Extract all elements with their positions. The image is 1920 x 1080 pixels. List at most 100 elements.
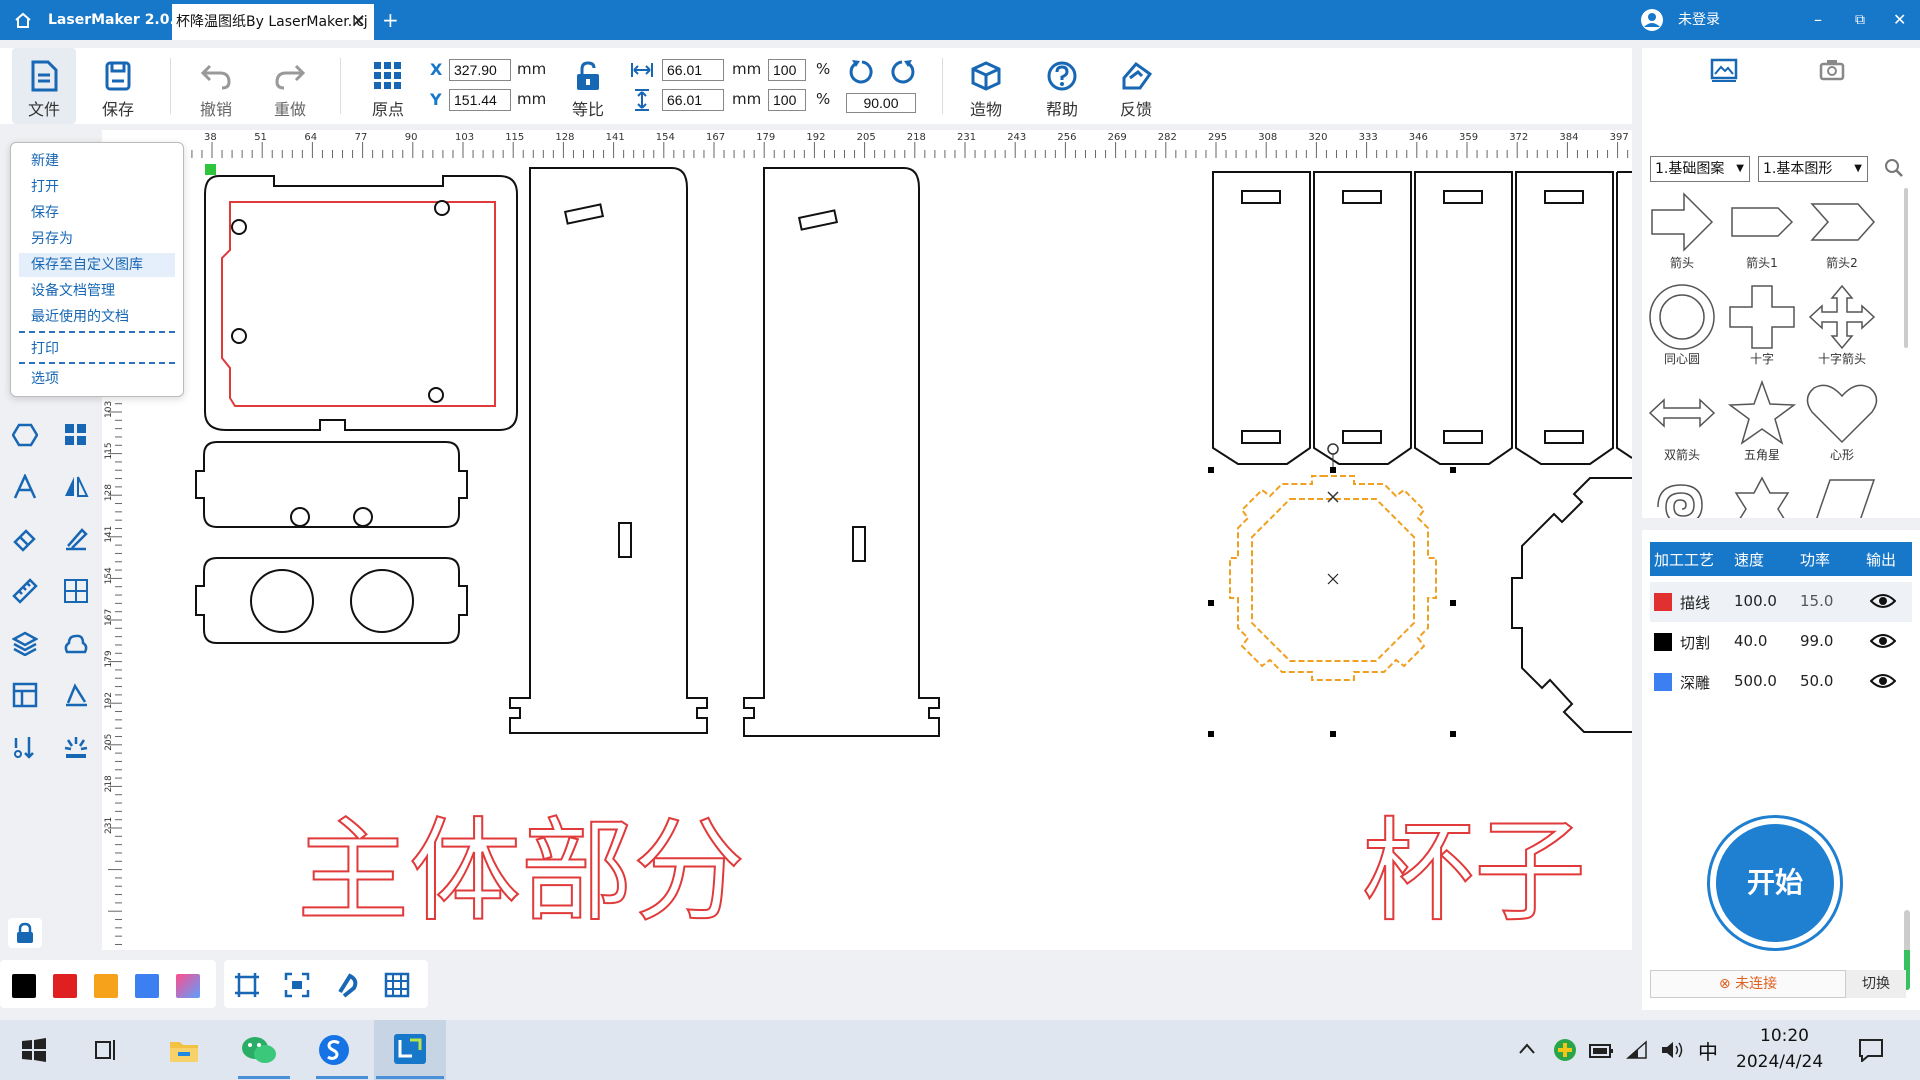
layer-power[interactable]: 99.0 bbox=[1800, 632, 1833, 650]
swatch-blue[interactable] bbox=[135, 974, 159, 998]
save-button[interactable]: 保存 bbox=[86, 48, 150, 124]
base-board[interactable] bbox=[204, 175, 518, 431]
menu-save-to-custom-library[interactable]: 保存至自定义图库 bbox=[19, 253, 175, 277]
shape-arrow1[interactable]: 箭头1 bbox=[1722, 188, 1802, 271]
side-panel-1[interactable] bbox=[509, 167, 708, 734]
layers-icon[interactable] bbox=[12, 630, 38, 656]
shape-cross[interactable]: 十字 bbox=[1722, 284, 1802, 367]
battery-icon[interactable] bbox=[1588, 1040, 1614, 1060]
slat-panel-2[interactable] bbox=[1313, 171, 1412, 465]
laser-burst-icon[interactable] bbox=[63, 734, 89, 760]
swatch-gradient[interactable] bbox=[176, 974, 200, 998]
shape-double-arrow[interactable]: 双箭头 bbox=[1642, 380, 1722, 463]
menu-recent-docs[interactable]: 最近使用的文档 bbox=[31, 305, 129, 329]
layer-row[interactable]: 描线 100.0 15.0 bbox=[1650, 582, 1912, 622]
windows-start-icon[interactable] bbox=[22, 1038, 46, 1062]
menu-open[interactable]: 打开 bbox=[31, 175, 59, 199]
file-button[interactable]: 文件 bbox=[12, 48, 76, 124]
image-library-icon[interactable] bbox=[1710, 58, 1738, 82]
shape-spiral[interactable] bbox=[1642, 476, 1722, 518]
notification-icon[interactable] bbox=[1858, 1038, 1884, 1062]
help-button[interactable]: 帮助 bbox=[1030, 48, 1094, 124]
layer-row[interactable]: 深雕 500.0 50.0 bbox=[1650, 662, 1912, 702]
clock-time[interactable]: 10:20 bbox=[1760, 1026, 1809, 1046]
fit-canvas-icon[interactable] bbox=[234, 972, 260, 998]
array-icon[interactable] bbox=[63, 578, 89, 604]
layer-row[interactable]: 切割 40.0 99.0 bbox=[1650, 622, 1912, 662]
origin-button[interactable]: 原点 bbox=[356, 48, 420, 124]
clock-date[interactable]: 2024/4/24 bbox=[1736, 1052, 1823, 1072]
selected-octagon[interactable] bbox=[1229, 475, 1437, 681]
mirror-icon[interactable] bbox=[63, 474, 89, 500]
file-explorer-icon[interactable] bbox=[168, 1036, 200, 1064]
magnet-icon[interactable] bbox=[334, 972, 360, 998]
shape-arrow2[interactable]: 箭头2 bbox=[1802, 188, 1882, 271]
rotate-handle[interactable] bbox=[1327, 443, 1339, 455]
home-icon[interactable] bbox=[14, 12, 32, 28]
layer-color-swatch[interactable] bbox=[1654, 633, 1672, 651]
eye-icon[interactable] bbox=[1870, 672, 1896, 690]
small-board-2[interactable] bbox=[195, 557, 468, 644]
search-icon[interactable] bbox=[1884, 158, 1904, 178]
new-tab-button[interactable]: + bbox=[382, 0, 399, 40]
slat-panel-4[interactable] bbox=[1515, 171, 1614, 465]
shape-heart[interactable]: 心形 bbox=[1802, 380, 1882, 463]
swatch-orange[interactable] bbox=[94, 974, 118, 998]
shape-cross-arrow[interactable]: 十字箭头 bbox=[1802, 284, 1882, 367]
chevron-up-icon[interactable] bbox=[1518, 1042, 1536, 1056]
menu-options[interactable]: 选项 bbox=[31, 367, 59, 391]
camera-icon[interactable] bbox=[1818, 58, 1846, 82]
y-position-input[interactable]: 151.44 bbox=[449, 89, 511, 111]
rotate-ccw-icon[interactable] bbox=[848, 58, 876, 86]
side-panel-2[interactable] bbox=[743, 167, 940, 737]
user-avatar-icon[interactable] bbox=[1640, 8, 1664, 32]
lock-canvas-button[interactable] bbox=[8, 918, 42, 948]
design-canvas[interactable]: 主体部分 杯子 bbox=[122, 158, 1632, 950]
polygon-icon[interactable] bbox=[12, 422, 38, 448]
menu-save-as[interactable]: 另存为 bbox=[31, 227, 73, 251]
eye-icon[interactable] bbox=[1870, 632, 1896, 650]
switch-device-button[interactable]: 切换 bbox=[1846, 970, 1906, 998]
wechat-icon[interactable] bbox=[240, 1034, 278, 1066]
layer-speed[interactable]: 100.0 bbox=[1734, 592, 1777, 610]
close-tab-icon[interactable]: ✕ bbox=[351, 4, 366, 40]
shape-arrow[interactable]: 箭头 bbox=[1642, 188, 1722, 271]
fit-selection-icon[interactable] bbox=[284, 972, 310, 998]
small-board-1[interactable] bbox=[195, 441, 468, 528]
layer-speed[interactable]: 40.0 bbox=[1734, 632, 1767, 650]
eraser-icon[interactable] bbox=[12, 526, 38, 552]
close-window-button[interactable]: ✕ bbox=[1893, 0, 1906, 40]
library-scrollbar[interactable] bbox=[1904, 188, 1908, 348]
width-input[interactable]: 66.01 bbox=[662, 59, 724, 81]
bend-icon[interactable] bbox=[63, 682, 89, 708]
maximize-button[interactable]: ⧉ bbox=[1855, 0, 1865, 40]
cloud-shape-icon[interactable] bbox=[63, 630, 89, 656]
minimize-button[interactable]: – bbox=[1814, 0, 1822, 40]
layer-power[interactable]: 50.0 bbox=[1800, 672, 1833, 690]
layer-color-swatch[interactable] bbox=[1654, 593, 1672, 611]
ruler-icon[interactable] bbox=[12, 578, 38, 604]
lasermaker-taskbar-button[interactable] bbox=[374, 1020, 446, 1080]
text-icon[interactable] bbox=[12, 474, 38, 500]
redo-button[interactable]: 重做 bbox=[258, 48, 322, 124]
volume-icon[interactable] bbox=[1660, 1040, 1684, 1060]
ime-indicator[interactable]: 中 bbox=[1698, 1036, 1718, 1065]
shape-six-star[interactable] bbox=[1722, 476, 1802, 518]
slat-panel-3[interactable] bbox=[1414, 171, 1513, 465]
grid-icon[interactable] bbox=[384, 972, 410, 998]
category-select[interactable]: 1.基础图案 ▼ bbox=[1650, 156, 1750, 182]
menu-save[interactable]: 保存 bbox=[31, 201, 59, 225]
height-percent-input[interactable]: 100 bbox=[768, 89, 806, 111]
shape-parallelogram[interactable] bbox=[1802, 476, 1882, 518]
rotation-input[interactable]: 90.00 bbox=[846, 93, 916, 113]
pen-icon[interactable] bbox=[63, 526, 89, 552]
lock-ratio-button[interactable]: 等比 bbox=[556, 48, 620, 124]
octagon-partial[interactable] bbox=[1511, 477, 1632, 733]
create-button[interactable]: 造物 bbox=[954, 48, 1018, 124]
wifi-icon[interactable] bbox=[1626, 1040, 1650, 1060]
layout-grid-icon[interactable] bbox=[63, 422, 89, 448]
layer-color-swatch[interactable] bbox=[1654, 673, 1672, 691]
rotate-cw-icon[interactable] bbox=[888, 58, 916, 86]
table-layout-icon[interactable] bbox=[12, 682, 38, 708]
canvas-text-main[interactable]: 主体部分 bbox=[296, 806, 746, 938]
